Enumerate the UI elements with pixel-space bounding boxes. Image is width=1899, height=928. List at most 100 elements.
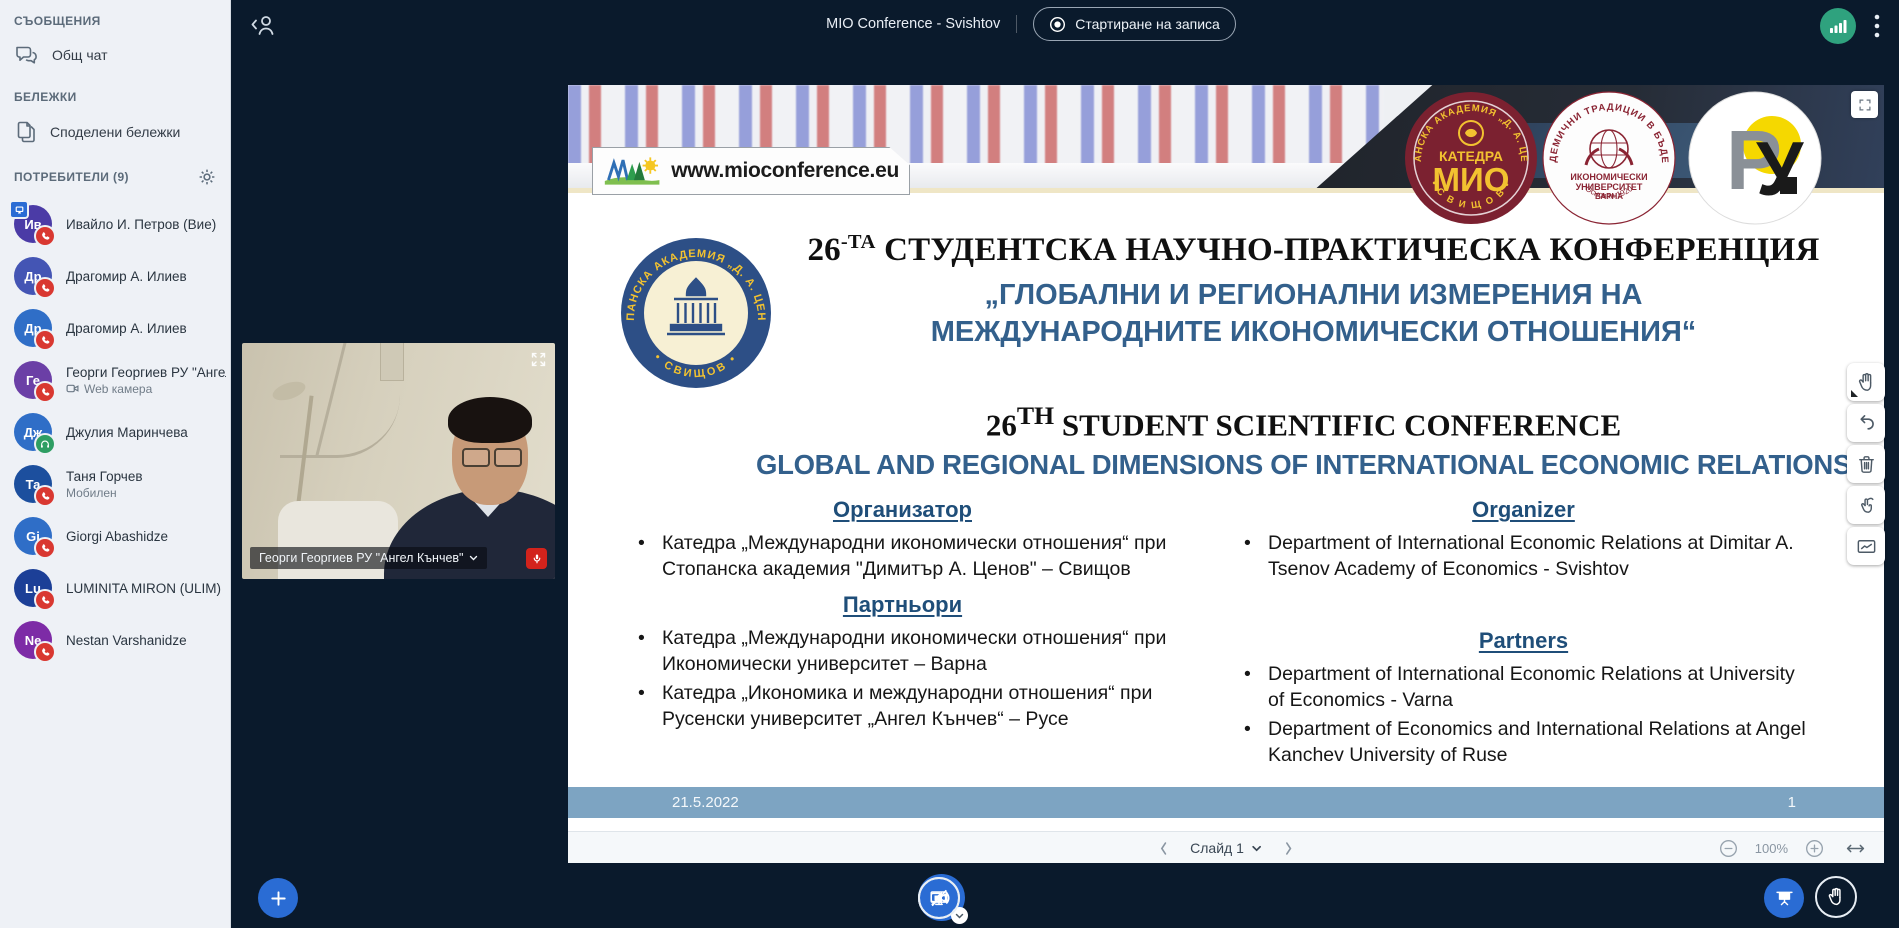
avatar: Др [14,309,52,347]
raise-hand-icon [1825,886,1847,908]
meeting-title: MIO Conference - Svishtov [826,16,1000,32]
user-list-item[interactable]: Др Драгомир А. Илиев [0,250,230,302]
user-list-item[interactable]: Ив Ивайло И. Петров (Вие) [0,198,230,250]
screenshare-off-icon [928,887,950,909]
avatar: Lu [14,569,52,607]
zoom-out-button[interactable] [1714,836,1743,861]
pan-tool-button[interactable] [1847,363,1885,401]
varna-university-logo: С АКАДЕМИЧНИ ТРАДИЦИИ В БЪДЕЩЕТО ИКОНОМИ… [1542,91,1676,225]
avatar: Дж [14,413,52,451]
whiteboard-toolbar [1847,363,1886,568]
share-screen-button[interactable] [918,877,960,919]
wall-plate [380,343,404,381]
presentation-area: www.mioconference.eu СТОПАНСКА АКАДЕМИЯ … [568,85,1884,863]
restore-presentation-button[interactable] [1764,878,1804,918]
caret-down-icon [1251,845,1262,852]
notes-icon [14,119,38,145]
slide-footer-bar: 21.5.2022 1 [568,787,1884,818]
user-list-item[interactable]: Ге Георги Георгиев РУ "Ангел Кънч... Web… [0,354,230,406]
sidebar-item-public-chat[interactable]: Общ чат [0,34,230,76]
phone-muted-icon [34,641,56,663]
user-list-item[interactable]: Дж Джулия Маринчева [0,406,230,458]
tsenov-academy-logo: СТОПАНСКА АКАДЕМИЯ „Д. А. ЦЕНОВ“ • СВИЩО… [616,233,776,393]
chevron-right-icon [1284,841,1293,856]
chevron-down-icon [469,555,478,561]
connection-status-button[interactable] [1820,8,1856,44]
user-list-item[interactable]: Др Драгомир А. Илиев [0,302,230,354]
user-list-item[interactable]: Lu LUMINITA MIRON (ULIM) [0,562,230,614]
ruse-university-logo: Р У [1688,91,1822,225]
minus-circle-icon [1718,838,1739,859]
webcam-video[interactable]: Георги Георгиев РУ "Ангел Кънчев" [242,343,555,579]
manage-users-gear-icon[interactable] [198,168,216,186]
user-list-item[interactable]: Gi Giorgi Abashidze [0,510,230,562]
webcam-muted-icon [526,548,547,569]
phone-muted-icon [34,329,56,351]
avatar: Ге [14,361,52,399]
chat-label: Общ чат [52,47,108,63]
phone-muted-icon [34,589,56,611]
users-section-header: ПОТРЕБИТЕЛИ (9) [0,154,230,192]
svg-text:ИКОНОМИЧЕСКИ: ИКОНОМИЧЕСКИ [1570,172,1647,182]
slide-title-bulgarian: 26-ТА СТУДЕНТСКА НАУЧНО-ПРАКТИЧЕСКА КОНФ… [763,231,1864,350]
slide-select-dropdown[interactable]: Слайд 1 [1186,838,1266,858]
sidebar-item-shared-notes[interactable]: Споделени бележки [0,110,230,154]
fit-width-button[interactable] [1841,840,1870,857]
top-bar: MIO Conference - Svishtov Стартиране на … [197,0,1865,48]
cable [280,395,400,458]
options-menu-button[interactable] [1872,12,1882,45]
chat-icon [14,43,40,67]
mio-logo-icon [603,153,661,189]
presenter-icon [9,200,29,219]
conference-url: www.mioconference.eu [671,159,899,183]
person-glasses [462,448,522,467]
start-recording-button[interactable]: Стартиране на записа [1033,7,1236,41]
webcam-name-dropdown[interactable]: Георги Георгиев РУ "Ангел Кънчев" [250,547,487,569]
raise-hand-button[interactable] [1815,876,1857,918]
presentation-fullscreen-button[interactable] [1851,91,1878,118]
user-list-item[interactable]: Ne Nestan Varshanidze [0,614,230,666]
partners-heading-en: Partners [1236,628,1811,654]
multi-user-whiteboard-button[interactable] [1847,486,1885,524]
chevron-left-icon [1159,841,1168,856]
presentation-board-icon [1774,888,1795,909]
fullscreen-icon [1858,98,1872,112]
presentation-toolbar: Слайд 1 100% [568,831,1884,863]
clear-annotations-button[interactable] [1847,445,1885,483]
webcam-fullscreen-button[interactable] [530,351,547,373]
fullscreen-icon [530,351,547,368]
undo-annotation-button[interactable] [1847,404,1885,442]
slide-date: 21.5.2022 [672,794,739,811]
messages-section-header: СЪОБЩЕНИЯ [0,0,230,34]
plus-icon [268,888,289,909]
webcam-status: Web камера [66,382,226,396]
plus-circle-icon [1804,838,1825,859]
bullet-item: Department of Economics and Internationa… [1236,717,1811,768]
svg-text:МИО: МИО [1433,161,1510,198]
user-list-item[interactable]: Та Таня Горчев Мобилен [0,458,230,510]
organizer-heading-bg: Организатор [630,497,1175,523]
avatar: Др [14,257,52,295]
mobile-status: Мобилен [66,486,143,500]
zoom-in-button[interactable] [1800,836,1829,861]
person-hair [448,397,532,443]
organizer-column-en: Organizer Department of International Ec… [1236,497,1811,771]
phone-muted-icon [34,381,56,403]
avatar: Gi [14,517,52,555]
previous-slide-button[interactable] [1155,839,1172,858]
organizer-heading-en: Organizer [1236,497,1811,523]
webcam-video-frame [242,343,555,579]
bullet-item: Катедра „Международни икономически отнош… [630,626,1175,677]
chart-tool-button[interactable] [1847,527,1885,565]
user-list: Ив Ивайло И. Петров (Вие) Др Драгомир А.… [0,192,230,666]
meeting-window: СЪОБЩЕНИЯ Общ чат БЕЛЕЖКИ Споделени беле… [0,0,1899,928]
phone-muted-icon [34,225,56,247]
avatar: Ив [14,205,52,243]
mio-conference-banner: www.mioconference.eu [592,147,910,195]
bullet-item: Катедра „Международни икономически отнош… [630,531,1175,582]
kebab-menu-icon [1874,14,1880,38]
actions-plus-button[interactable] [258,878,298,918]
next-slide-button[interactable] [1280,839,1297,858]
fit-width-icon [1845,842,1866,855]
signal-bars-icon [1829,18,1847,34]
